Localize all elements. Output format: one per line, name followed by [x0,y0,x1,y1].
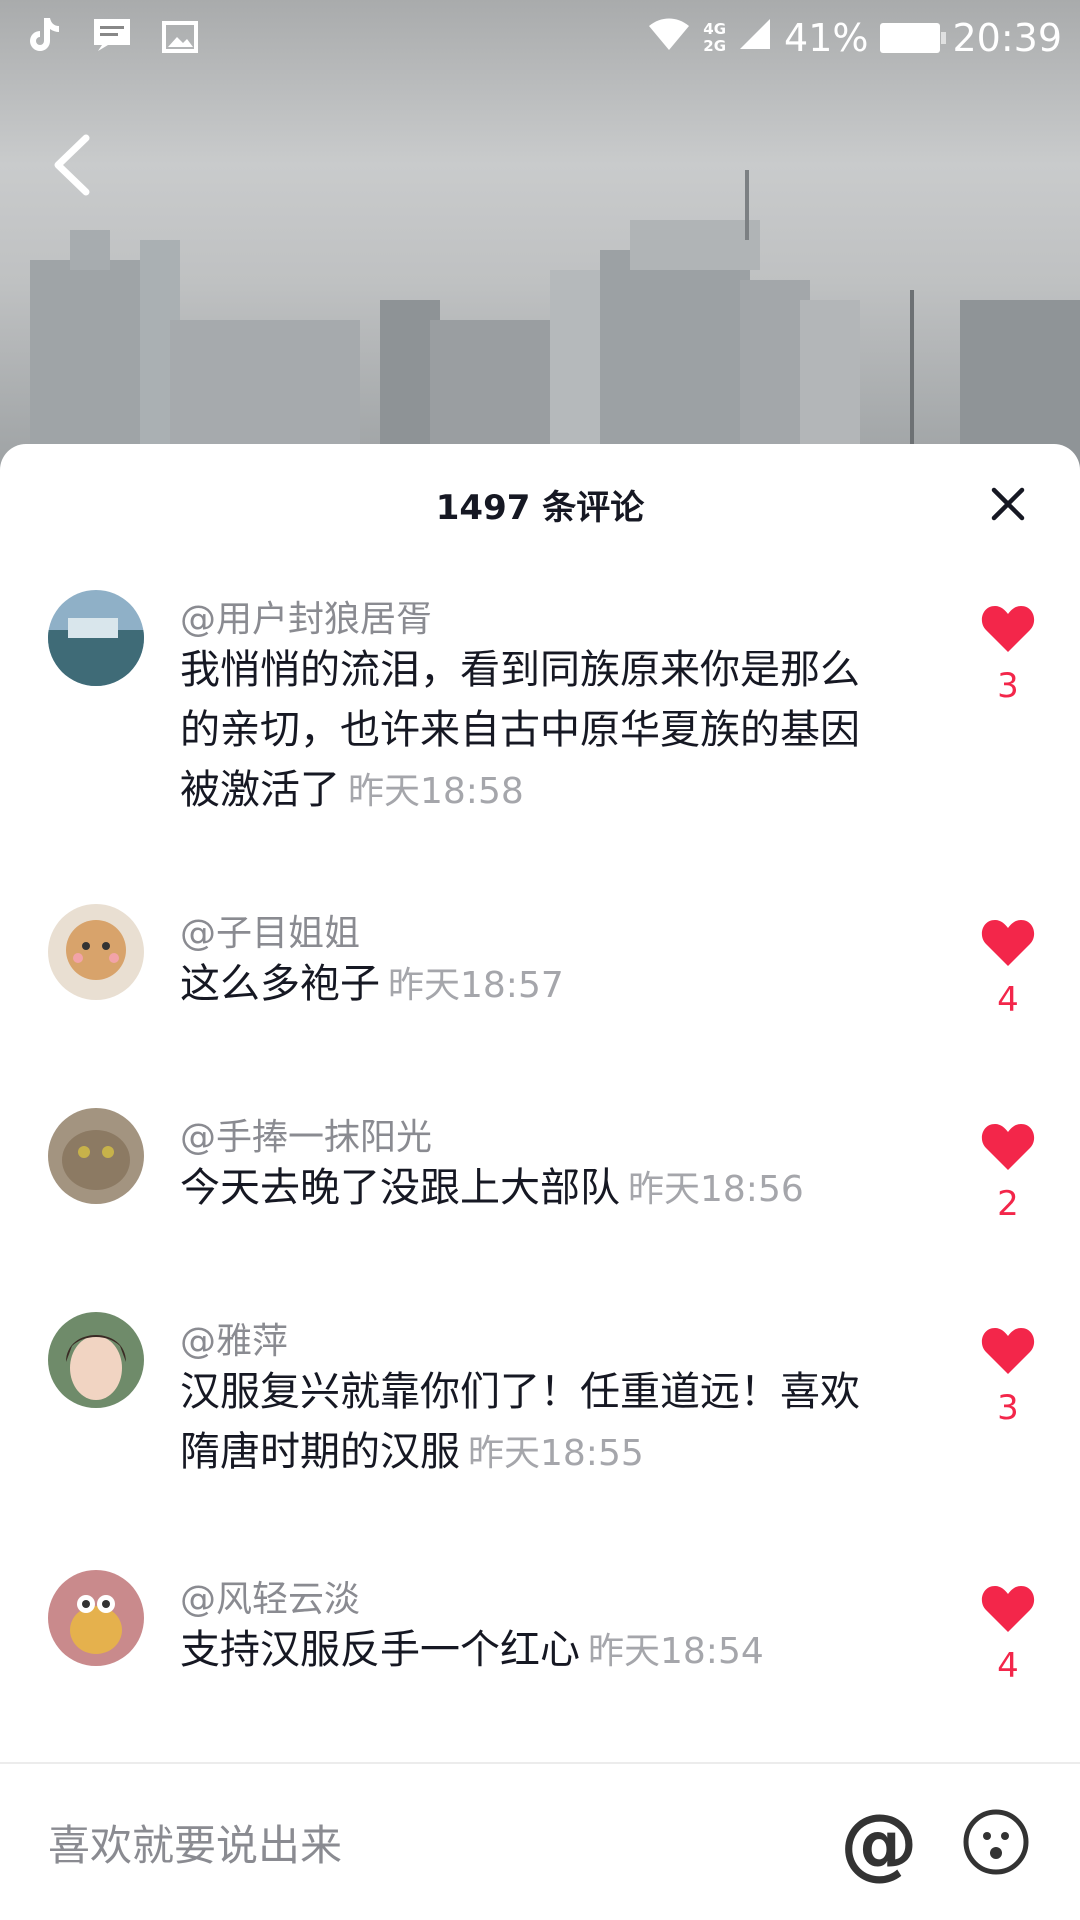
comment-text: 支持汉服反手一个红心 昨天18:54 [180,1620,880,1682]
avatar[interactable] [48,1570,144,1666]
battery-percent: 41% [784,15,869,60]
chevron-left-icon [54,134,90,196]
message-icon [92,17,132,62]
comment-text: 今天去晚了没跟上大部队 昨天18:56 [180,1158,880,1220]
tiktok-icon [28,16,62,63]
gallery-icon [162,18,198,62]
like-button[interactable]: 3 [976,602,1040,706]
close-icon [991,487,1025,521]
avatar[interactable] [48,904,144,1000]
clock: 20:39 [952,15,1062,60]
comment-input[interactable]: 喜欢就要说出来 [48,1812,342,1873]
comment-text: 汉服复兴就靠你们了！任重道远！喜欢隋唐时期的汉服 昨天18:55 [180,1362,880,1484]
comment-time: 昨天18:55 [468,1433,644,1474]
comment-username[interactable]: @用户封狼居胥 [180,590,432,642]
comment-username[interactable]: @手捧一抹阳光 [180,1108,432,1160]
comment-body: 支持汉服反手一个红心 [180,1627,580,1673]
comment-time: 昨天18:56 [628,1169,804,1210]
like-button[interactable]: 4 [976,916,1040,1020]
network-type-label: 4G 2G [703,19,727,55]
like-button[interactable]: 2 [976,1120,1040,1224]
wifi-icon [647,14,691,61]
signal-icon [738,16,772,60]
avatar[interactable] [48,590,144,686]
avatar[interactable] [48,1108,144,1204]
comment-time: 昨天18:57 [388,965,564,1006]
like-count: 3 [997,1388,1019,1428]
mention-button[interactable]: @ [840,1804,918,1884]
heart-icon [981,606,1035,652]
avatar[interactable] [48,1312,144,1408]
comment-time: 昨天18:58 [348,771,524,812]
heart-icon [981,1586,1035,1632]
comment-text: 这么多袍子 昨天18:57 [180,954,880,1016]
heart-icon [981,920,1035,966]
like-count: 2 [997,1184,1019,1224]
comment-input-bar: 喜欢就要说出来 @ [0,1764,1080,1920]
comment-body: 今天去晚了没跟上大部队 [180,1165,620,1211]
comment-username[interactable]: @雅萍 [180,1312,288,1364]
like-button[interactable]: 3 [976,1324,1040,1428]
comment-time: 昨天18:54 [588,1631,764,1672]
heart-icon [981,1328,1035,1374]
heart-icon [981,1124,1035,1170]
status-bar: 4G 2G 41% 20:39 [0,0,1080,76]
like-count: 4 [997,1646,1019,1686]
comment-username[interactable]: @风轻云淡 [180,1570,360,1622]
like-count: 4 [997,980,1019,1020]
like-button[interactable]: 4 [976,1582,1040,1686]
close-button[interactable] [990,486,1026,522]
comment-count-title: 1497 条评论 [435,488,645,528]
battery-icon [880,22,947,53]
comment-sheet: 1497 条评论 @用户封狼居胥 我悄悄的流泪，看到同族原来你是那么的亲切，也许… [0,444,1080,1920]
comment-text: 我悄悄的流泪，看到同族原来你是那么的亲切，也许来自古中原华夏族的基因被激活了 昨天… [180,640,880,822]
comment-username[interactable]: @子目姐姐 [180,904,360,956]
emoji-button[interactable] [962,1808,1030,1876]
back-button[interactable] [46,130,96,200]
comment-body: 这么多袍子 [180,961,380,1007]
emoji-icon [963,1809,1029,1875]
like-count: 3 [997,666,1019,706]
